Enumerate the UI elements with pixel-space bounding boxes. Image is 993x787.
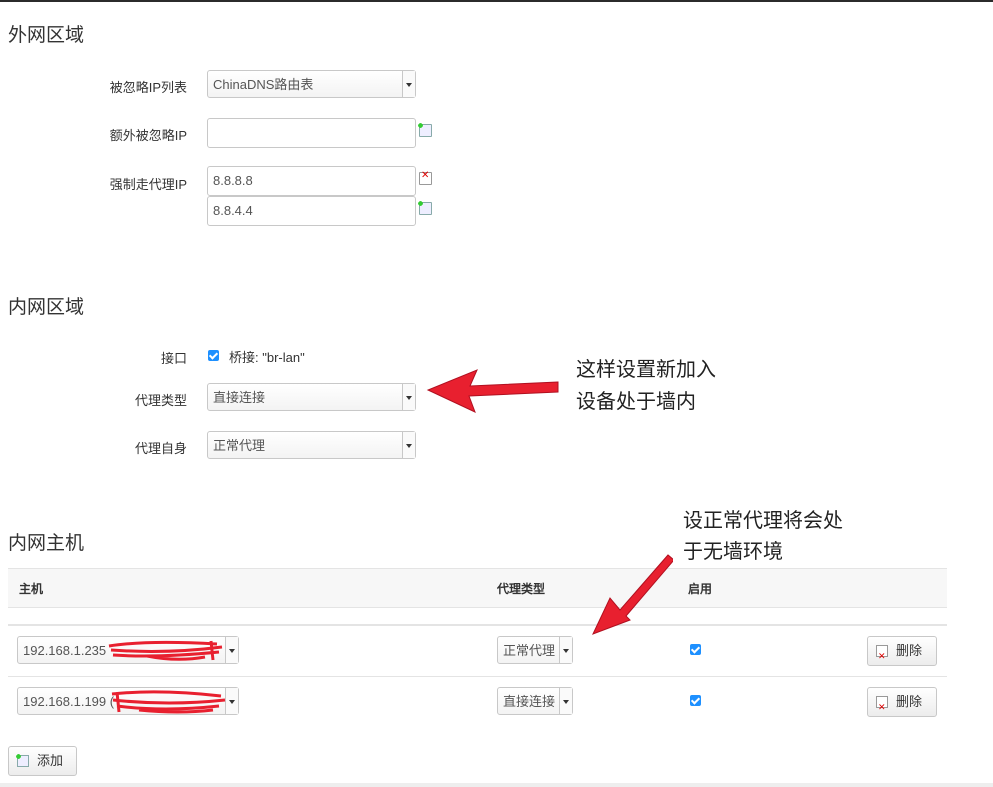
chevron-down-icon [402,432,415,458]
add-entry-icon[interactable] [417,200,432,215]
delete-button[interactable]: 删除 [867,687,937,722]
add-label: 添加 [37,753,64,768]
interface-value: 桥接: "br-lan" [229,350,305,365]
ignored-ip-list-label: 被忽略IP列表 [109,80,187,95]
lan-hosts-title: 内网主机 [8,533,85,554]
chevron-down-icon [559,637,572,663]
hosts-table-header [8,568,947,608]
host-value: 192.168.1.199 ( [23,694,115,709]
force-proxy-ip-field-1[interactable]: 8.8.8.8 [207,166,416,196]
host-value: 192.168.1.235 [23,643,107,658]
top-border [0,0,993,2]
delete-icon [876,643,888,671]
interface-label: 接口 [160,351,187,366]
remove-entry-icon[interactable] [419,170,432,185]
column-header-enabled: 启用 [688,582,713,596]
extra-ignored-ip-label: 额外被忽略IP [109,128,187,143]
delete-label: 删除 [896,643,923,658]
column-header-host: 主机 [19,582,44,596]
force-proxy-ip-field-2[interactable]: 8.8.4.4 [207,196,416,226]
redaction-scribble [111,690,226,714]
annotation-arrow-1 [426,369,559,413]
row-proxy-type-value: 正常代理 [503,643,556,658]
delete-button[interactable]: 删除 [867,636,937,671]
add-icon [15,753,29,767]
annotation-note-1-line-2: 设备处于墙内 [576,391,696,413]
proxy-type-label: 代理类型 [134,393,187,408]
annotation-note-2-line-1: 设正常代理将会处 [683,510,843,532]
row-proxy-type-select-2[interactable]: 直接连接 [497,687,573,715]
delete-label: 删除 [896,694,923,709]
annotation-arrow-2 [592,554,673,635]
annotation-note-2-line-2: 于无墙环境 [683,541,783,563]
column-header-proxy-type: 代理类型 [497,582,546,596]
row-proxy-type-value: 直接连接 [503,694,556,709]
ignored-ip-list-value: ChinaDNS路由表 [213,77,314,92]
proxy-self-value: 正常代理 [213,438,266,453]
lan-zone-title: 内网区域 [8,297,85,318]
proxy-type-select[interactable]: 直接连接 [207,383,416,411]
chevron-down-icon [402,384,415,410]
interface-checkbox[interactable] [208,350,219,361]
proxy-self-select[interactable]: 正常代理 [207,431,416,459]
chevron-down-icon [559,688,572,714]
redaction-scribble [108,640,223,661]
proxy-self-label: 代理自身 [134,441,187,456]
add-button[interactable]: 添加 [8,746,77,776]
bottom-border [0,783,993,787]
row-proxy-type-select-1[interactable]: 正常代理 [497,636,573,664]
wan-zone-title: 外网区域 [8,25,85,46]
ignored-ip-list-select[interactable]: ChinaDNS路由表 [207,70,416,98]
force-proxy-ip-label: 强制走代理IP [109,177,187,192]
add-entry-icon[interactable] [417,122,432,137]
chevron-down-icon [402,71,415,97]
delete-icon [876,694,888,722]
extra-ignored-ip-field[interactable] [207,118,416,148]
proxy-type-value: 直接连接 [213,390,266,405]
annotation-note-1-line-1: 这样设置新加入 [576,359,716,381]
enabled-checkbox[interactable] [690,695,701,706]
enabled-checkbox[interactable] [690,644,701,655]
